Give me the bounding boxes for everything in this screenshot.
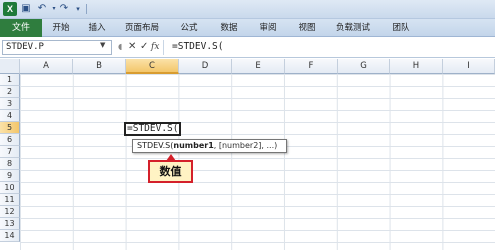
row-header[interactable]: 6 [0, 134, 20, 146]
formula-input[interactable]: =STDEV.S( [163, 40, 493, 55]
tooltip-function-name[interactable]: STDEV.S( [137, 141, 173, 150]
ribbon-tabs: 文件 开始 插入 页面布局 公式 数据 审阅 视图 负载测试 团队 [0, 19, 495, 37]
row-header[interactable]: 12 [0, 206, 20, 218]
tooltip-other-arguments: , [number2], ...) [213, 141, 278, 150]
customize-quick-access-icon[interactable]: ▾ [72, 3, 84, 15]
tab-formulas[interactable]: 公式 [172, 19, 206, 37]
excel-logo-icon: X [3, 2, 17, 16]
column-header-i[interactable]: I [443, 59, 495, 74]
row-header[interactable]: 11 [0, 194, 20, 206]
row-header-selected[interactable]: 5 [0, 122, 20, 134]
row-header[interactable]: 3 [0, 98, 20, 110]
tooltip-current-argument: number1 [173, 141, 214, 150]
formula-bar: STDEV.P ▼ ◖ ✕ ✓ fx =STDEV.S( [0, 37, 495, 58]
column-header-d[interactable]: D [179, 59, 232, 74]
tab-home[interactable]: 开始 [44, 19, 78, 37]
divider [86, 4, 87, 14]
tab-view[interactable]: 视图 [290, 19, 324, 37]
row-header[interactable]: 10 [0, 182, 20, 194]
annotation-callout: 数值 [148, 160, 193, 183]
title-bar: X ▣ ↶ ▾ ↷ ▾ [0, 0, 495, 19]
insert-function-icon[interactable]: fx [151, 40, 159, 54]
tab-review[interactable]: 审阅 [251, 19, 285, 37]
column-header-h[interactable]: H [390, 59, 443, 74]
save-icon[interactable]: ▣ [20, 3, 32, 15]
row-header[interactable]: 13 [0, 218, 20, 230]
tab-load-test[interactable]: 负载测试 [328, 19, 378, 37]
row-header[interactable]: 8 [0, 158, 20, 170]
name-box[interactable]: STDEV.P [2, 40, 112, 55]
tab-team[interactable]: 团队 [384, 19, 418, 37]
column-header-b[interactable]: B [73, 59, 126, 74]
row-header[interactable]: 7 [0, 146, 20, 158]
column-header-c[interactable]: C [126, 59, 179, 74]
function-argument-tooltip: STDEV.S(number1, [number2], ...) [132, 139, 287, 153]
select-all-corner[interactable] [0, 59, 20, 74]
cell-grid[interactable] [20, 74, 495, 250]
column-header-a[interactable]: A [20, 59, 73, 74]
redo-icon[interactable]: ↷ [58, 3, 70, 15]
row-header[interactable]: 2 [0, 86, 20, 98]
row-header[interactable]: 1 [0, 74, 20, 86]
name-box-dropdown-icon[interactable]: ▼ [100, 41, 105, 49]
column-header-f[interactable]: F [285, 59, 338, 74]
active-cell-c5[interactable]: =STDEV.S( [124, 122, 181, 136]
expand-handle-icon[interactable]: ◖ [118, 40, 122, 54]
cancel-icon[interactable]: ✕ [128, 40, 136, 54]
row-header[interactable]: 4 [0, 110, 20, 122]
tab-page-layout[interactable]: 页面布局 [117, 19, 167, 37]
tab-file[interactable]: 文件 [0, 19, 42, 37]
column-header-g[interactable]: G [338, 59, 390, 74]
tab-insert[interactable]: 插入 [80, 19, 114, 37]
column-header-e[interactable]: E [232, 59, 285, 74]
enter-icon[interactable]: ✓ [140, 40, 148, 54]
undo-icon[interactable]: ↶ [36, 3, 48, 15]
row-header[interactable]: 9 [0, 170, 20, 182]
tab-data[interactable]: 数据 [212, 19, 246, 37]
row-header[interactable]: 14 [0, 230, 20, 242]
